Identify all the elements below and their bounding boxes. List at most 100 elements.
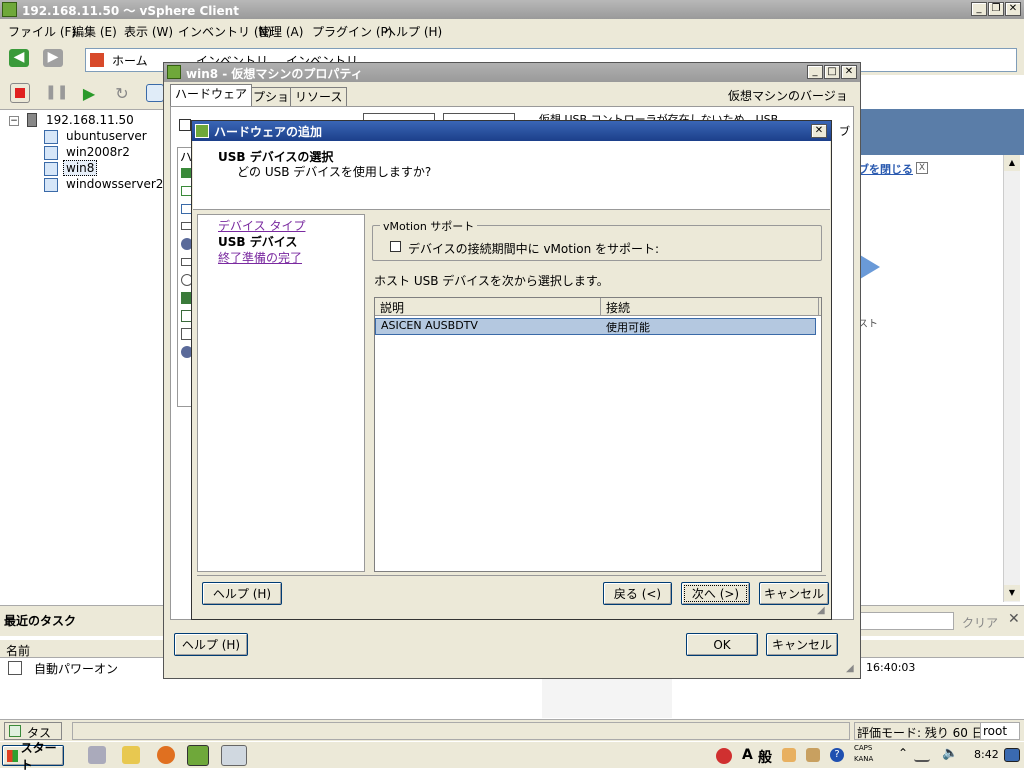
quicklaunch-folder-icon[interactable] bbox=[122, 746, 140, 764]
vm-ok-button[interactable]: OK bbox=[686, 633, 758, 656]
firefox-icon[interactable] bbox=[157, 746, 175, 764]
tree-vm-win2008r2[interactable]: win2008r2 bbox=[66, 145, 130, 159]
step-ready-to-complete[interactable]: 終了準備の完了 bbox=[218, 249, 302, 266]
step-usb-device: USB デバイス bbox=[218, 235, 298, 249]
tab-hardware[interactable]: ハードウェア bbox=[170, 84, 253, 106]
wizard-help-button[interactable]: ヘルプ (H) bbox=[202, 582, 282, 605]
right-scrollbar[interactable]: ▲ ▼ bbox=[1003, 155, 1020, 602]
forward-arrow-icon[interactable]: ▶ bbox=[43, 49, 63, 67]
status-empty-field bbox=[72, 722, 850, 740]
minimize-button[interactable]: _ bbox=[971, 2, 987, 16]
vm-window-icon bbox=[167, 65, 181, 79]
play-arrow-icon bbox=[860, 255, 880, 279]
wizard-cancel-button[interactable]: キャンセル bbox=[759, 582, 829, 605]
vm-cancel-label: キャンセル bbox=[771, 638, 832, 652]
volume-icon[interactable]: 🔈 bbox=[942, 746, 958, 761]
tree-collapse-toggle[interactable]: − bbox=[9, 116, 19, 126]
tree-host[interactable]: 192.168.11.50 bbox=[46, 113, 134, 127]
task-filter-input[interactable] bbox=[860, 612, 954, 630]
tray-app-icon[interactable] bbox=[716, 748, 732, 764]
tray-chevron-icon[interactable]: ⌃ bbox=[898, 746, 908, 760]
windows-logo-icon bbox=[7, 749, 18, 762]
vm-help-button[interactable]: ヘルプ (H) bbox=[174, 633, 248, 656]
tree-vm-win8[interactable]: win8 bbox=[63, 160, 98, 176]
quicklaunch-server-icon[interactable] bbox=[88, 746, 106, 764]
ime-tool-icon[interactable] bbox=[782, 748, 796, 762]
wizard-next-button[interactable]: 次へ (>) bbox=[681, 582, 750, 605]
menu-edit[interactable]: 編集 (E) bbox=[72, 23, 117, 40]
wizard-resize-grip-icon[interactable]: ◢ bbox=[817, 605, 829, 617]
show-all-checkbox[interactable] bbox=[179, 119, 191, 131]
restore-button[interactable]: ❐ bbox=[988, 2, 1004, 16]
vm-icon bbox=[44, 178, 58, 192]
stop-icon[interactable] bbox=[10, 83, 30, 103]
task-item-name[interactable]: 自動パワーオン bbox=[34, 660, 118, 677]
ime-a-indicator[interactable]: A bbox=[742, 747, 753, 763]
add-hardware-wizard: ハードウェアの追加 ✕ USB デバイスの選択 どの USB デバイスを使用しま… bbox=[191, 120, 832, 620]
ime-mode-indicator[interactable]: 般 bbox=[758, 747, 772, 767]
wizard-title: ハードウェアの追加 bbox=[214, 125, 323, 139]
vm-resize-grip-icon[interactable]: ◢ bbox=[846, 663, 858, 675]
close-button[interactable]: ✕ bbox=[1005, 2, 1021, 16]
close-tasks-icon[interactable]: ✕ bbox=[1008, 611, 1020, 627]
vm-maximize-button[interactable]: □ bbox=[824, 65, 840, 79]
task-placeholder-box bbox=[542, 676, 672, 718]
menu-bar: ファイル (F) 編集 (E) 表示 (W) インベントリ (N) 管理 (A)… bbox=[0, 19, 1024, 41]
wizard-back-button[interactable]: 戻る (<) bbox=[603, 582, 672, 605]
vm-icon bbox=[44, 130, 58, 144]
vsphere-logo-icon bbox=[2, 2, 17, 17]
ime-help-icon[interactable]: ? bbox=[830, 748, 844, 762]
usb-device-table: 説明 接続 ASICEN AUSBDTV 使用可能 bbox=[374, 297, 822, 572]
close-tab-x[interactable]: X bbox=[916, 162, 928, 174]
wizard-header-panel: USB デバイスの選択 どの USB デバイスを使用しますか? bbox=[193, 141, 830, 210]
tree-vm-ubuntuserver[interactable]: ubuntuserver bbox=[66, 129, 147, 143]
vmotion-checkbox-label[interactable]: デバイスの接続期間中に vMotion をサポート: bbox=[408, 240, 659, 257]
scroll-up-icon[interactable]: ▲ bbox=[1004, 155, 1020, 171]
reset-icon[interactable]: ↻ bbox=[113, 84, 131, 103]
snapshot-icon[interactable] bbox=[146, 84, 164, 102]
tasks-column-name[interactable]: 名前 bbox=[6, 642, 30, 659]
menu-help[interactable]: ヘルプ (H) bbox=[384, 23, 442, 40]
menu-file[interactable]: ファイル (F) bbox=[8, 23, 76, 40]
action-toolbar: ❚❚ ▶ ↻ bbox=[0, 75, 165, 109]
vmotion-checkbox[interactable] bbox=[390, 241, 401, 252]
scroll-down-icon[interactable]: ▼ bbox=[1004, 585, 1020, 601]
vm-cancel-button[interactable]: キャンセル bbox=[766, 633, 838, 656]
tab-resources[interactable]: リソース bbox=[290, 87, 348, 107]
start-button[interactable]: スタート bbox=[2, 741, 64, 772]
wizard-cancel-label: キャンセル bbox=[763, 587, 824, 601]
clock: 8:42 bbox=[974, 748, 999, 761]
back-arrow-icon[interactable]: ◀ bbox=[9, 49, 29, 67]
wizard-steps-panel: デバイス タイプ USB デバイス 終了準備の完了 bbox=[197, 214, 365, 572]
windows-taskbar: スタート A 般 ? CAPS KANA ⌃ 🔈 8:42 bbox=[0, 741, 1024, 772]
step-device-type[interactable]: デバイス タイプ bbox=[218, 217, 305, 234]
tasks-status-button[interactable]: タスク bbox=[4, 722, 62, 757]
vm-properties-title-bar: win8 - 仮想マシンのプロパティ _ □ ✕ bbox=[164, 63, 860, 82]
vsphere-task-icon[interactable] bbox=[187, 745, 209, 766]
show-desktop-icon[interactable] bbox=[1004, 748, 1020, 762]
kana-indicator: KANA bbox=[854, 755, 874, 763]
ime-pad-icon[interactable] bbox=[806, 748, 820, 762]
tab-hardware-label: ハードウェア bbox=[175, 87, 248, 101]
vm-close-button[interactable]: ✕ bbox=[841, 65, 857, 79]
close-tab-link[interactable]: ブを閉じる bbox=[858, 161, 913, 177]
vm-minimize-button[interactable]: _ bbox=[807, 65, 823, 79]
clear-button[interactable]: クリア bbox=[962, 614, 998, 631]
wizard-next-label: 次へ (>) bbox=[691, 587, 740, 601]
network-icon[interactable] bbox=[914, 748, 930, 762]
wizard-footer-separator bbox=[197, 575, 826, 576]
wizard-close-button[interactable]: ✕ bbox=[811, 124, 827, 138]
breadcrumb-home[interactable]: ホーム bbox=[112, 52, 148, 69]
col-header-connection[interactable]: 接続 bbox=[601, 298, 819, 316]
table-row[interactable]: ASICEN AUSBDTV 使用可能 bbox=[375, 318, 816, 335]
menu-view[interactable]: 表示 (W) bbox=[124, 23, 173, 40]
recent-tasks-title: 最近のタスク bbox=[4, 614, 77, 628]
col-header-description[interactable]: 説明 bbox=[375, 298, 601, 316]
pause-icon[interactable]: ❚❚ bbox=[45, 84, 68, 102]
vm-console-task-icon[interactable] bbox=[221, 745, 247, 766]
stop-square-icon bbox=[15, 88, 25, 98]
menu-admin[interactable]: 管理 (A) bbox=[258, 23, 303, 40]
play-icon[interactable]: ▶ bbox=[80, 84, 98, 103]
row-device-status: 使用可能 bbox=[606, 321, 650, 334]
menu-plugin[interactable]: プラグイン (P) bbox=[312, 23, 392, 40]
